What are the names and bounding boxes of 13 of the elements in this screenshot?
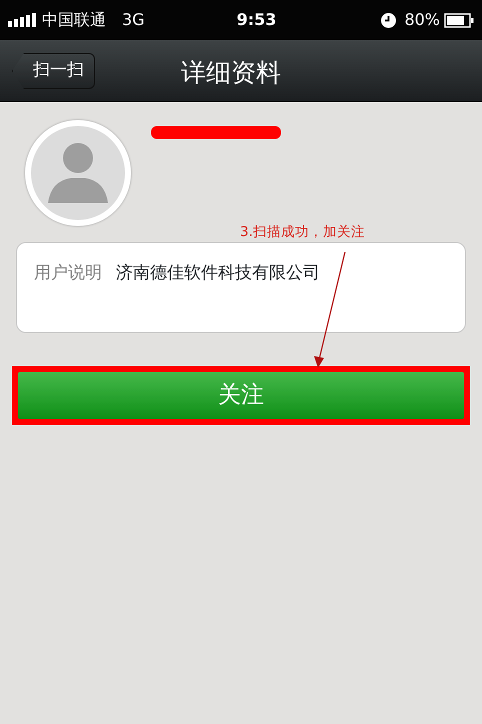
back-button[interactable]: 扫一扫: [12, 53, 95, 89]
description-label: 用户说明: [34, 262, 102, 285]
annotation-text: 3.扫描成功，加关注: [240, 223, 365, 242]
battery-icon: [444, 12, 474, 28]
clock-icon: [381, 12, 396, 28]
avatar-icon: [31, 126, 125, 220]
carrier-text: 中国联通: [42, 9, 106, 31]
signal-icon: [8, 13, 38, 27]
page-title: 详细资料: [181, 57, 281, 89]
time-text: 9:53: [236, 9, 276, 31]
description-text: 济南德佳软件科技有限公司: [116, 262, 320, 285]
battery-text: 80%: [404, 9, 440, 31]
network-text: 3G: [122, 9, 145, 31]
